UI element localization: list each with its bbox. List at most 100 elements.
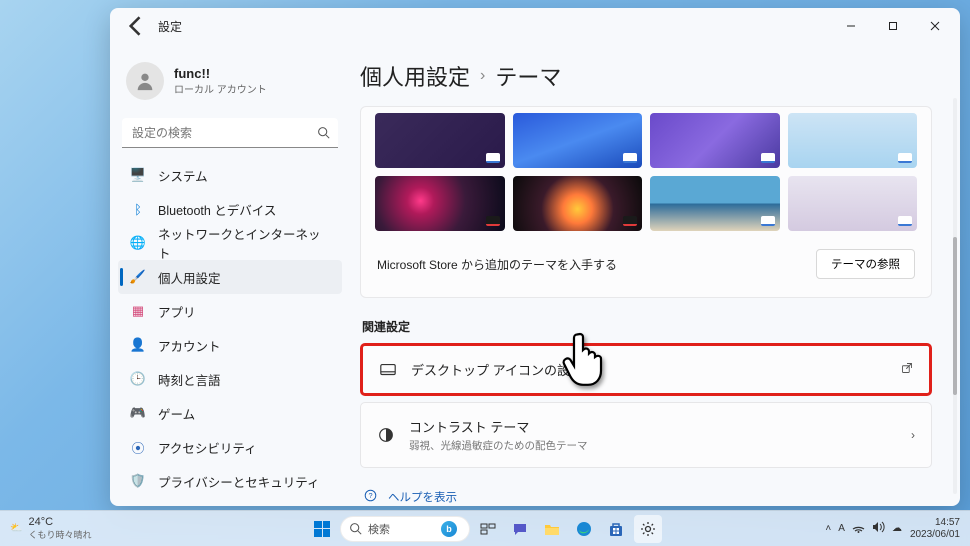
theme-thumbnail[interactable] [513, 176, 643, 231]
theme-grid [375, 113, 917, 231]
row-title: デスクトップ アイコンの設定 [411, 360, 887, 379]
contrast-icon [377, 426, 395, 444]
user-name: func!! [174, 66, 267, 81]
browse-themes-button[interactable]: テーマの参照 [816, 249, 915, 279]
sidebar-item-label: 個人用設定 [158, 268, 221, 287]
chevron-up-icon[interactable]: ˄ [825, 523, 831, 534]
chevron-right-icon: › [911, 428, 915, 442]
user-account-type: ローカル アカウント [174, 81, 267, 96]
sidebar-item-label: プライバシーとセキュリティ [158, 472, 320, 491]
breadcrumb-parent[interactable]: 個人用設定 [360, 60, 470, 92]
theme-thumbnail[interactable] [650, 176, 780, 231]
sidebar-item-label: 時刻と言語 [158, 370, 221, 389]
weather-widget[interactable]: ⛅ 24°C くもり時々晴れ [10, 516, 91, 541]
volume-icon[interactable] [872, 521, 885, 536]
theme-thumbnail[interactable] [375, 113, 505, 168]
sidebar-item-label: システム [158, 166, 208, 185]
sidebar-item-personalization[interactable]: 🖌️ 個人用設定 [118, 260, 342, 294]
sidebar: func!! ローカル アカウント 🖥️ システム ᛒ Bluetooth とデバイス… [110, 44, 350, 506]
taskbar-search[interactable]: 検索 b [340, 516, 470, 542]
svg-text:?: ? [368, 491, 372, 500]
main-content: 個人用設定 › テーマ Microsoft Store から追加のテーマを入手す… [350, 44, 960, 506]
sidebar-item-system[interactable]: 🖥️ システム [118, 158, 342, 192]
system-tray[interactable]: ˄ A ☁ [825, 521, 902, 536]
sidebar-item-label: ゲーム [158, 404, 195, 423]
theme-thumbnail[interactable] [788, 176, 918, 231]
window-title: 設定 [158, 18, 182, 35]
sidebar-item-label: アクセシビリティ [158, 438, 257, 457]
theme-thumbnail[interactable] [788, 113, 918, 168]
cloud-icon[interactable]: ☁ [892, 523, 902, 534]
personalization-icon: 🖌️ [130, 269, 146, 285]
ime-indicator[interactable]: A [838, 523, 845, 534]
clock[interactable]: 14:57 2023/06/01 [910, 517, 960, 540]
related-settings-heading: 関連設定 [362, 318, 932, 335]
search-box [122, 118, 338, 148]
settings-window: 設定 func!! ローカル アカウント [110, 8, 960, 506]
sidebar-item-label: ネットワークとインターネット [158, 224, 330, 262]
open-external-icon [901, 362, 913, 377]
row-subtitle: 弱視、光線過敏症のための配色テーマ [409, 438, 897, 453]
maximize-button[interactable] [872, 11, 914, 41]
sidebar-item-accessibility[interactable]: ⦿ アクセシビリティ [118, 430, 342, 464]
accounts-icon: 👤 [130, 337, 146, 353]
network-icon[interactable] [852, 521, 865, 536]
user-block[interactable]: func!! ローカル アカウント [118, 52, 342, 110]
nav-list: 🖥️ システム ᛒ Bluetooth とデバイス 🌐ネットワークとインターネット 🖌️ 個… [118, 158, 342, 498]
apps-icon: ▦ [130, 303, 146, 319]
time-icon: 🕒 [130, 371, 146, 387]
privacy-icon: 🛡️ [130, 473, 146, 489]
store-button[interactable] [602, 515, 630, 543]
explorer-button[interactable] [538, 515, 566, 543]
theme-thumbnail[interactable] [513, 113, 643, 168]
help-link[interactable]: ? ヘルプを表示 [360, 484, 932, 506]
taskbar: ⛅ 24°C くもり時々晴れ 検索 b ˄ A ☁ 14:57 2023/06/… [0, 510, 970, 546]
minimize-button[interactable] [830, 11, 872, 41]
sidebar-item-privacy[interactable]: 🛡️ プライバシーとセキュリティ [118, 464, 342, 498]
desktop-icon-settings-row[interactable]: デスクトップ アイコンの設定 [360, 343, 932, 396]
task-view-button[interactable] [474, 515, 502, 543]
theme-thumbnail[interactable] [650, 113, 780, 168]
edge-button[interactable] [570, 515, 598, 543]
weather-icon: ⛅ [10, 523, 22, 534]
breadcrumb: 個人用設定 › テーマ [360, 60, 932, 92]
theme-thumbnail[interactable] [375, 176, 505, 231]
chevron-right-icon: › [480, 67, 485, 85]
store-text: Microsoft Store から追加のテーマを入手する [377, 256, 617, 273]
weather-temp: 24°C [28, 516, 91, 528]
settings-button[interactable] [634, 515, 662, 543]
titlebar: 設定 [110, 8, 960, 44]
search-input[interactable] [122, 118, 338, 148]
sidebar-item-gaming[interactable]: 🎮ゲーム [118, 396, 342, 430]
desktop-icon [379, 361, 397, 379]
bing-icon: b [441, 521, 457, 537]
system-icon: 🖥️ [130, 167, 146, 183]
row-title: コントラスト テーマ [409, 417, 897, 436]
link-label: ヘルプを表示 [388, 489, 457, 505]
sidebar-item-bluetooth[interactable]: ᛒ Bluetooth とデバイス [118, 192, 342, 226]
sidebar-item-accounts[interactable]: 👤 アカウント [118, 328, 342, 362]
sidebar-item-label: アプリ [158, 302, 196, 321]
avatar [126, 62, 164, 100]
back-button[interactable] [122, 12, 150, 40]
breadcrumb-current: テーマ [495, 60, 561, 92]
start-button[interactable] [308, 515, 336, 543]
close-button[interactable] [914, 11, 956, 41]
bluetooth-icon: ᛒ [130, 201, 146, 217]
contrast-themes-row[interactable]: コントラスト テーマ 弱視、光線過敏症のための配色テーマ › [360, 402, 932, 468]
search-icon [349, 522, 362, 535]
date-text: 2023/06/01 [910, 529, 960, 541]
sidebar-item-apps[interactable]: ▦ アプリ [118, 294, 342, 328]
weather-desc: くもり時々晴れ [28, 528, 91, 541]
sidebar-item-network[interactable]: 🌐ネットワークとインターネット [118, 226, 342, 260]
sidebar-item-time[interactable]: 🕒 時刻と言語 [118, 362, 342, 396]
chat-button[interactable] [506, 515, 534, 543]
scrollbar[interactable] [953, 98, 957, 494]
search-icon [317, 126, 330, 142]
sidebar-item-label: Bluetooth とデバイス [158, 200, 276, 219]
sidebar-item-label: アカウント [158, 336, 221, 355]
time-text: 14:57 [910, 517, 960, 529]
taskbar-search-label: 検索 [368, 521, 390, 537]
help-icon: ? [364, 489, 378, 505]
accessibility-icon: ⦿ [130, 439, 146, 455]
